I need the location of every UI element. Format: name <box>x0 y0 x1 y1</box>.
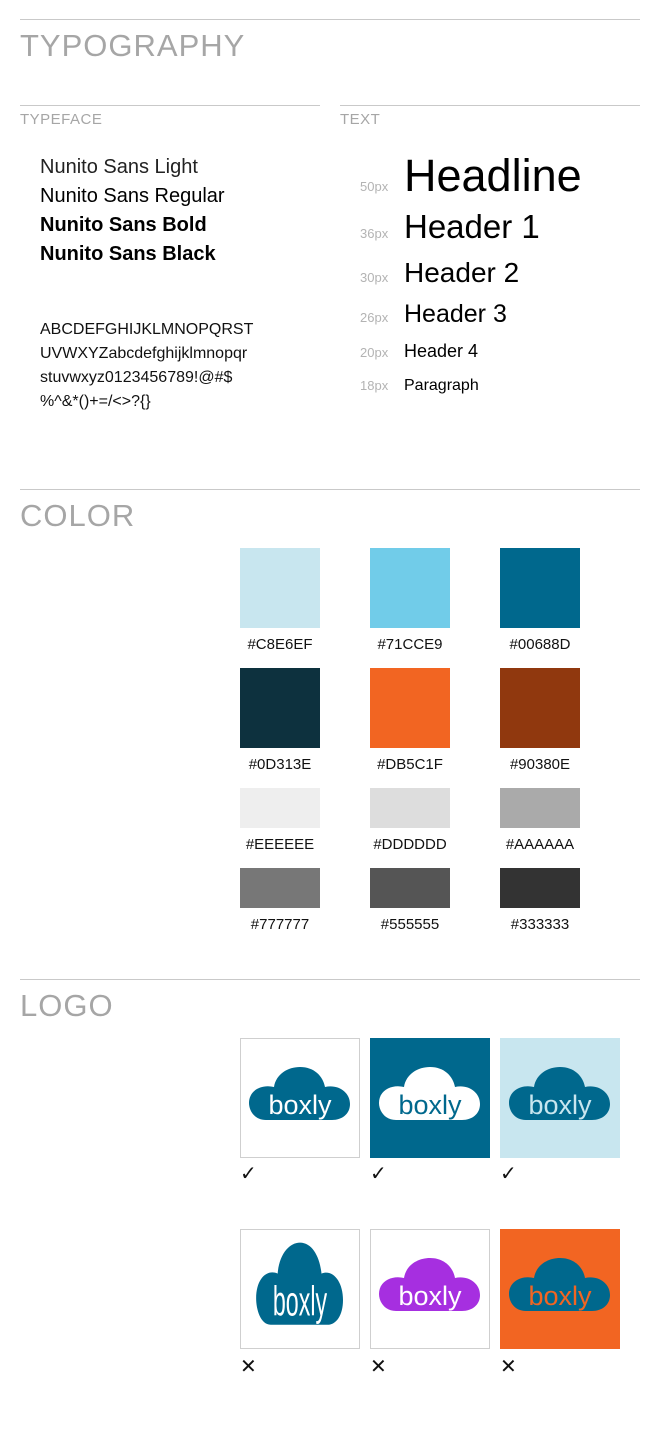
swatch-hex: #AAAAAA <box>505 836 575 853</box>
typeface-divider <box>20 105 320 106</box>
color-swatch: #333333 <box>500 868 580 933</box>
color-swatch: #DB5C1F <box>370 668 450 773</box>
typography-title: TYPOGRAPHY <box>20 28 246 63</box>
logo-wordmark: boxly <box>273 1278 327 1325</box>
charset-line: ABCDEFGHIJKLMNOPQRST <box>40 321 254 338</box>
swatch-hex: #71CCE9 <box>377 636 443 653</box>
sample-header-4: 20px Header 4 <box>360 341 478 362</box>
section-divider <box>20 489 640 490</box>
logo-wordmark: boxly <box>398 1090 462 1120</box>
character-set: ABCDEFGHIJKLMNOPQRST UVWXYZabcdefghijklm… <box>40 318 310 414</box>
swatch-chip <box>240 548 320 628</box>
logo-tile: boxly <box>370 1038 490 1158</box>
cross-icon: ✕ <box>370 1356 387 1378</box>
swatch-chip <box>240 668 320 748</box>
swatch-hex: #C8E6EF <box>247 636 313 653</box>
sample-text: Header 2 <box>404 257 520 288</box>
sample-header-2: 30px Header 2 <box>360 257 519 289</box>
color-swatch: #777777 <box>240 868 320 933</box>
color-swatch: #71CCE9 <box>370 548 450 653</box>
boxly-logo: boxly <box>509 1067 610 1120</box>
charset-line: stuvwxyz0123456789!@#$ <box>40 369 233 386</box>
swatch-hex: #DB5C1F <box>377 756 443 773</box>
swatch-hex: #DDDDDD <box>373 836 447 853</box>
checkmark-icon: ✓ <box>240 1163 257 1185</box>
swatch-chip <box>370 668 450 748</box>
boxly-logo: boxly <box>256 1242 343 1325</box>
color-swatch: #C8E6EF <box>240 548 320 653</box>
swatch-chip <box>500 548 580 628</box>
logo-tile: boxly <box>500 1038 620 1158</box>
logo-tile: boxly <box>240 1038 360 1158</box>
sample-text: Paragraph <box>404 377 479 394</box>
logo-tile: boxly <box>240 1229 360 1349</box>
typeface-list: Nunito Sans Light Nunito Sans Regular Nu… <box>40 153 225 269</box>
swatch-chip <box>370 548 450 628</box>
color-swatch: #DDDDDD <box>370 788 450 853</box>
color-swatch: #90380E <box>500 668 580 773</box>
swatch-hex: #00688D <box>509 636 571 653</box>
sample-paragraph: 18px Paragraph <box>360 377 479 395</box>
boxly-logo: boxly <box>249 1067 350 1120</box>
swatch-hex: #90380E <box>509 756 571 773</box>
swatch-hex: #EEEEEE <box>245 836 315 853</box>
sample-text: Header 4 <box>404 341 479 361</box>
boxly-logo: boxly <box>379 1258 480 1311</box>
swatch-hex: #777777 <box>250 916 310 933</box>
boxly-logo: boxly <box>379 1067 480 1120</box>
color-swatch: #555555 <box>370 868 450 933</box>
section-divider <box>20 979 640 980</box>
color-swatch: #EEEEEE <box>240 788 320 853</box>
swatch-hex: #555555 <box>380 916 440 933</box>
logo-tile: boxly <box>500 1229 620 1349</box>
swatch-chip <box>370 868 450 908</box>
logo-wordmark: boxly <box>268 1090 332 1120</box>
color-swatch: #AAAAAA <box>500 788 580 853</box>
checkmark-icon: ✓ <box>500 1163 517 1185</box>
sample-size: 30px <box>360 270 389 285</box>
typeface-regular: Nunito Sans Regular <box>40 185 225 207</box>
swatch-chip <box>240 788 320 828</box>
swatch-hex: #0D313E <box>248 756 312 773</box>
cross-icon: ✕ <box>240 1356 257 1378</box>
sample-header-3: 26px Header 3 <box>360 300 507 329</box>
typeface-label: TYPEFACE <box>20 111 103 128</box>
swatch-chip <box>240 868 320 908</box>
logo-title: LOGO <box>20 988 114 1023</box>
swatch-chip <box>500 868 580 908</box>
text-divider <box>340 105 640 106</box>
sample-text: Header 3 <box>404 300 507 328</box>
swatch-chip <box>500 788 580 828</box>
logo-tile: boxly <box>370 1229 490 1349</box>
text-label: TEXT <box>340 111 381 128</box>
color-title: COLOR <box>20 498 136 533</box>
sample-size: 26px <box>360 310 389 325</box>
swatch-chip <box>500 668 580 748</box>
swatch-chip <box>370 788 450 828</box>
logo-wordmark: boxly <box>528 1281 592 1311</box>
sample-headline: 50px Headline <box>360 150 582 202</box>
sample-text: Header 1 <box>404 208 540 245</box>
boxly-logo: boxly <box>509 1258 610 1311</box>
logo-wordmark: boxly <box>398 1281 462 1311</box>
section-divider <box>20 19 640 20</box>
logo-wordmark: boxly <box>528 1090 592 1120</box>
color-swatch: #00688D <box>500 548 580 653</box>
sample-size: 36px <box>360 226 389 241</box>
checkmark-icon: ✓ <box>370 1163 387 1185</box>
typeface-light: Nunito Sans Light <box>40 156 198 178</box>
charset-line: UVWXYZabcdefghijklmnopqr <box>40 345 248 362</box>
color-swatch: #0D313E <box>240 668 320 773</box>
typeface-black: Nunito Sans Black <box>40 243 216 265</box>
charset-line: %^&*()+=/<>?{} <box>40 393 151 410</box>
sample-size: 50px <box>360 179 389 194</box>
cross-icon: ✕ <box>500 1356 517 1378</box>
swatch-hex: #333333 <box>510 916 570 933</box>
typeface-bold: Nunito Sans Bold <box>40 214 207 236</box>
sample-size: 20px <box>360 345 389 360</box>
sample-text: Headline <box>404 150 582 201</box>
sample-size: 18px <box>360 378 389 393</box>
sample-header-1: 36px Header 1 <box>360 208 540 246</box>
